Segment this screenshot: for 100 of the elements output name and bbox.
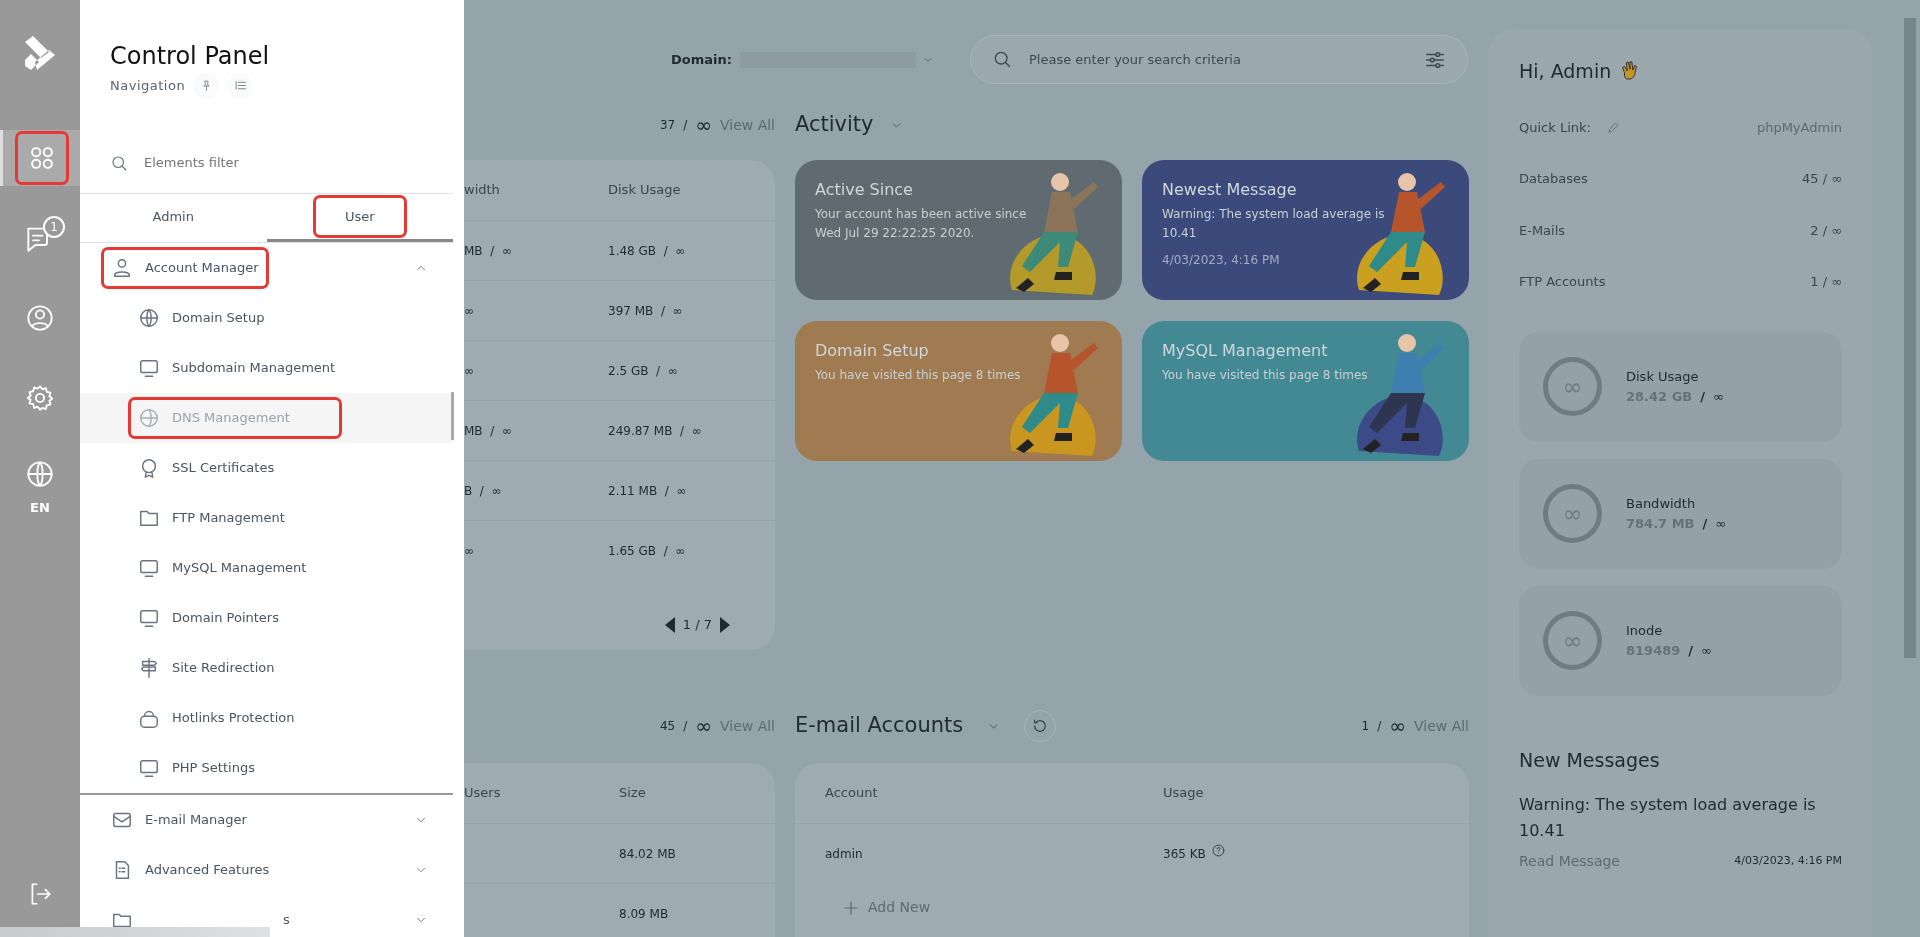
table-cell-text: ∞ bbox=[464, 542, 475, 560]
menu-item[interactable]: Domain Setup bbox=[80, 292, 453, 343]
globe-icon bbox=[138, 306, 160, 329]
previous-icon[interactable] bbox=[664, 616, 675, 633]
search-field[interactable]: Please enter your search criteria bbox=[970, 35, 1468, 84]
card-title: Active Since bbox=[815, 180, 914, 200]
user-icon bbox=[111, 256, 133, 279]
panel-title: Control Panel bbox=[110, 42, 271, 71]
search-icon bbox=[110, 153, 128, 172]
language-label: EN bbox=[30, 499, 50, 517]
column-header: Disk Usage bbox=[608, 181, 681, 200]
stat-value: 1 / ∞ bbox=[1810, 273, 1842, 291]
pin-button[interactable] bbox=[193, 72, 220, 99]
menu-item[interactable]: Domain Pointers bbox=[80, 592, 453, 643]
list-icon bbox=[233, 79, 247, 93]
menu-group[interactable]: s bbox=[80, 894, 464, 937]
refresh-icon bbox=[1032, 718, 1049, 734]
limit-label: ∞ bbox=[1701, 641, 1712, 660]
table-cell-text: 2.11 MB / ∞ bbox=[608, 482, 687, 500]
globe-icon bbox=[26, 460, 54, 488]
menu-item[interactable]: PHP Settings bbox=[80, 742, 453, 793]
table-cell-text: 84.02 MB bbox=[619, 845, 676, 863]
table-cell-text: ∞ bbox=[464, 362, 475, 380]
menu-group[interactable]: E-mail Manager bbox=[80, 794, 464, 845]
search-icon bbox=[992, 49, 1012, 69]
limit-label: ∞ bbox=[695, 716, 712, 736]
column-header: Account bbox=[825, 784, 879, 803]
card-text: Your account has been active since Wed Jul 29 22:22:25 2020. bbox=[815, 206, 1028, 242]
menu-item[interactable]: FTP Management bbox=[80, 492, 453, 543]
card-title: MySQL Management bbox=[1162, 341, 1329, 361]
count-label: 45 bbox=[659, 718, 676, 735]
table-cell-text: MB / ∞ bbox=[464, 242, 513, 260]
count-label: 1 bbox=[1361, 718, 1370, 735]
separator-label: / bbox=[1700, 387, 1705, 406]
filter-icon bbox=[1424, 49, 1446, 71]
help-icon bbox=[1211, 844, 1225, 857]
navigation-label: Navigation bbox=[110, 77, 186, 96]
signpost-icon bbox=[138, 656, 160, 679]
separator-label: / bbox=[1377, 718, 1382, 735]
pencil-icon bbox=[1606, 120, 1620, 134]
menu-item[interactable]: SSL Certificates bbox=[80, 442, 453, 493]
table-cell-text: 8.09 MB bbox=[619, 905, 669, 923]
activity-card[interactable]: Active Since Your account has been active since Wed Jul 29 22:22:25 2020. bbox=[795, 160, 1122, 300]
notification-badge: 1 bbox=[43, 216, 65, 238]
table-cell-text: 2.5 GB / ∞ bbox=[608, 362, 678, 380]
separator-label: / bbox=[683, 117, 688, 134]
tab[interactable]: Admin bbox=[80, 193, 267, 242]
globe-icon bbox=[138, 406, 160, 429]
card-text: You have visited this page 8 times bbox=[815, 367, 1022, 385]
menu-item[interactable]: Site Redirection bbox=[80, 642, 453, 693]
limit-label: ∞ bbox=[695, 115, 712, 135]
tab[interactable]: User bbox=[266, 193, 453, 242]
usage-ring: ∞ bbox=[1543, 357, 1602, 416]
stat-value: 45 / ∞ bbox=[1802, 170, 1842, 188]
activity-card[interactable]: Newest Message Warning: The system load average is 10.41 4/03/2023, 4:16 PM bbox=[1142, 160, 1469, 300]
column-header: Users bbox=[464, 784, 502, 803]
next-icon[interactable] bbox=[720, 616, 730, 633]
stat-label: Databases bbox=[1519, 170, 1588, 188]
column-header: Usage bbox=[1163, 784, 1204, 803]
count-label: 37 bbox=[659, 117, 676, 134]
section-title: E-mail Accounts bbox=[795, 712, 964, 740]
greeting: Hi, Admin bbox=[1519, 59, 1612, 84]
list-button[interactable] bbox=[227, 72, 254, 99]
rail-button[interactable] bbox=[0, 130, 80, 186]
card-text: Warning: The system load average is 10.41 bbox=[1162, 206, 1386, 242]
table-cell-text: MB / ∞ bbox=[464, 422, 513, 440]
card-text: You have visited this page 8 times bbox=[1162, 367, 1369, 385]
menu-group[interactable]: Account Manager bbox=[80, 242, 464, 293]
table-cell-text: 397 MB / ∞ bbox=[608, 302, 683, 320]
page-label: 1 / 7 bbox=[682, 616, 712, 634]
column-header: width bbox=[464, 181, 501, 200]
limit-label: ∞ bbox=[1713, 387, 1724, 406]
separator-label: / bbox=[1688, 641, 1694, 660]
menu-item[interactable]: Subdomain Management bbox=[80, 342, 453, 393]
section-title: Activity bbox=[795, 111, 874, 139]
menu-item[interactable]: MySQL Management bbox=[80, 542, 453, 593]
card-title: Domain Setup bbox=[815, 341, 930, 361]
usage-label: Disk Usage bbox=[1626, 368, 1700, 386]
table-cell-text: 1.48 GB / ∞ bbox=[608, 242, 686, 260]
column-header: Size bbox=[619, 784, 646, 803]
stat-label: E-Mails bbox=[1519, 221, 1566, 240]
limit-label: ∞ bbox=[1715, 514, 1727, 533]
menu-group[interactable]: Advanced Features bbox=[80, 844, 464, 895]
table-cell-text: 1.65 GB / ∞ bbox=[608, 542, 686, 560]
usage-ring: ∞ bbox=[1543, 484, 1602, 543]
scrollbar-thumb[interactable] bbox=[1904, 18, 1916, 658]
edit-button[interactable] bbox=[1606, 120, 1620, 134]
stat-label: FTP Accounts bbox=[1519, 273, 1606, 291]
user-icon bbox=[26, 304, 54, 332]
card-title: Newest Message bbox=[1162, 180, 1298, 200]
quick-link-label: Quick Link: bbox=[1519, 118, 1591, 137]
limit-label: ∞ bbox=[1389, 716, 1406, 736]
table-cell-text: 249.87 MB / ∞ bbox=[608, 422, 702, 440]
menu-item[interactable]: Hotlinks Protection bbox=[80, 692, 453, 743]
domain-label: Domain: bbox=[671, 50, 732, 69]
table-cell-text: admin bbox=[825, 845, 864, 863]
stat-value: 2 / ∞ bbox=[1810, 221, 1842, 240]
section-title: New Messages bbox=[1519, 747, 1661, 773]
separator-label: / bbox=[683, 718, 688, 735]
message-text: Warning: The system load average is 10.41 bbox=[1519, 794, 1817, 842]
